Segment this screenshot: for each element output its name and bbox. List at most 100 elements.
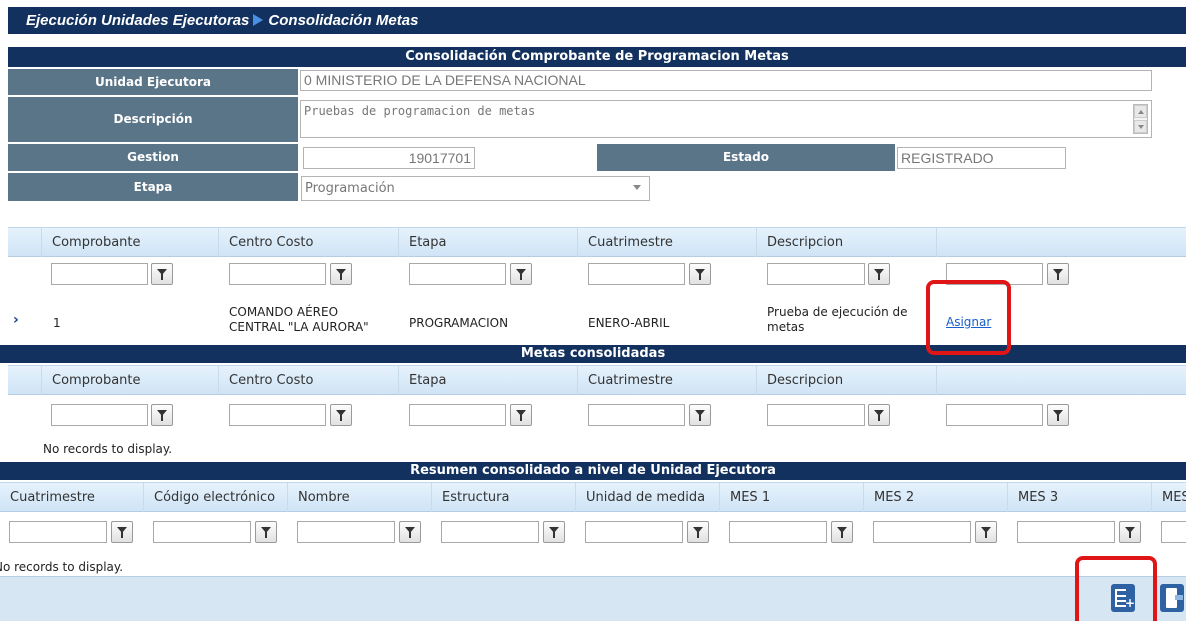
descripcion-textarea[interactable]: Pruebas de programacion de metas [300, 100, 1152, 138]
grid3-filter-button[interactable] [1119, 521, 1141, 543]
grid1-filter-input[interactable] [229, 263, 326, 285]
grid3-col-mes1[interactable]: MES 1 [719, 483, 863, 512]
grid3-filter-button[interactable] [111, 521, 133, 543]
etapa-select-value: Programación [305, 181, 395, 196]
grid3-filter-input[interactable] [9, 521, 107, 543]
grid3-col-mes4[interactable]: MES [1151, 483, 1186, 512]
gestion-field[interactable]: 19017701 [303, 147, 475, 169]
grid2-filter-input[interactable] [588, 404, 685, 426]
grid2-filter-button[interactable] [689, 404, 711, 426]
grid3-title: Resumen consolidado a nivel de Unidad Ej… [0, 462, 1186, 480]
grid1-filter-input[interactable] [946, 263, 1043, 285]
grid2-empty-message: No records to display. [43, 442, 173, 456]
filter-funnel-icon [981, 527, 991, 538]
grid2-header: Comprobante Centro Costo Etapa Cuatrimes… [8, 365, 1186, 395]
grid1-col-comprobante[interactable]: Comprobante [41, 228, 217, 257]
grid1-filter-button[interactable] [510, 263, 532, 285]
grid2-col-cuatrimestre[interactable]: Cuatrimestre [577, 366, 756, 395]
grid2-filter-input[interactable] [767, 404, 865, 426]
grid3-col-unidad-medida[interactable]: Unidad de medida [575, 483, 719, 512]
grid3-filter-input[interactable] [873, 521, 971, 543]
grid3-filter-input[interactable] [1161, 521, 1186, 543]
grid1-filter-input[interactable] [51, 263, 148, 285]
grid2-col-centro-costo[interactable]: Centro Costo [218, 366, 398, 395]
grid1-filter-button[interactable] [868, 263, 890, 285]
grid2-filter-button[interactable] [151, 404, 173, 426]
exit-door-icon[interactable] [1160, 584, 1184, 612]
grid3-filter-button[interactable] [687, 521, 709, 543]
grid2-filter-input[interactable] [946, 404, 1043, 426]
grid3-filter-button[interactable] [543, 521, 565, 543]
filter-funnel-icon [405, 527, 415, 538]
etapa-select[interactable]: Programación [301, 176, 650, 201]
grid1-filter-input[interactable] [767, 263, 865, 285]
filter-funnel-icon [516, 269, 526, 280]
grid2-col-actions [936, 366, 1186, 395]
filter-funnel-icon [695, 269, 705, 280]
grid1-filter-button[interactable] [330, 263, 352, 285]
grid3-filter-input[interactable] [729, 521, 827, 543]
grid2-filter-input[interactable] [51, 404, 148, 426]
grid3-filter-button[interactable] [255, 521, 277, 543]
grid3-filter-button[interactable] [399, 521, 421, 543]
grid1-filter-input[interactable] [409, 263, 506, 285]
unidad-ejecutora-label: Unidad Ejecutora [8, 69, 298, 95]
filter-funnel-icon [157, 410, 167, 421]
grid1-filter-button[interactable] [689, 263, 711, 285]
grid3-filter-input[interactable] [297, 521, 395, 543]
filter-funnel-icon [874, 410, 884, 421]
grid2-col-descripcion[interactable]: Descripcion [756, 366, 936, 395]
expand-row-chevron-right-icon[interactable]: › [13, 312, 19, 328]
grid1-col-centro-costo[interactable]: Centro Costo [218, 228, 398, 257]
grid3-filter-input[interactable] [585, 521, 683, 543]
grid2-col-comprobante[interactable]: Comprobante [41, 366, 217, 395]
row-descripcion: Prueba de ejecución de metas [767, 305, 908, 335]
grid1-header: Comprobante Centro Costo Etapa Cuatrimes… [8, 227, 1186, 257]
filter-funnel-icon [695, 410, 705, 421]
add-record-button[interactable]: + [1111, 584, 1135, 612]
grid1-col-cuatrimestre[interactable]: Cuatrimestre [577, 228, 756, 257]
scroll-up-arrow-icon[interactable] [1134, 105, 1147, 118]
grid2-filter-button[interactable] [1047, 404, 1069, 426]
grid3-col-estructura[interactable]: Estructura [431, 483, 575, 512]
unidad-ejecutora-field[interactable]: 0 MINISTERIO DE LA DEFENSA NACIONAL [300, 70, 1152, 91]
estado-field[interactable]: REGISTRADO [897, 147, 1066, 169]
grid2-filter-input[interactable] [229, 404, 326, 426]
grid3-col-codigo[interactable]: Código electrónico [143, 483, 287, 512]
breadcrumb-section: Ejecución Unidades Ejecutoras [26, 12, 250, 29]
grid3-filter-input[interactable] [1017, 521, 1115, 543]
grid1-filter-button[interactable] [151, 263, 173, 285]
grid2-filter-button[interactable] [510, 404, 532, 426]
grid1-filter-input[interactable] [588, 263, 685, 285]
grid3-header: Cuatrimestre Código electrónico Nombre E… [0, 482, 1186, 512]
grid3-col-nombre[interactable]: Nombre [287, 483, 431, 512]
asignar-link[interactable]: Asignar [946, 315, 991, 330]
grid2-filter-row [8, 396, 1186, 432]
grid1-col-etapa[interactable]: Etapa [398, 228, 577, 257]
row-descripcion-line2: metas [767, 320, 805, 334]
grid2-filter-button[interactable] [330, 404, 352, 426]
row-cuatrimestre: ENERO-ABRIL [588, 316, 670, 330]
row-centro-costo: COMANDO AÉREO CENTRAL "LA AURORA" [229, 305, 369, 335]
scroll-down-arrow-icon[interactable] [1134, 120, 1147, 133]
grid1-col-descripcion[interactable]: Descripcion [756, 228, 936, 257]
grid3-filter-input[interactable] [441, 521, 539, 543]
row-etapa: PROGRAMACION [409, 316, 509, 330]
grid3-filter-button[interactable] [831, 521, 853, 543]
grid2-filter-input[interactable] [409, 404, 506, 426]
grid3-col-mes2[interactable]: MES 2 [863, 483, 1007, 512]
grid1-filter-button[interactable] [1047, 263, 1069, 285]
grid3-col-cuatrimestre[interactable]: Cuatrimestre [0, 483, 143, 512]
breadcrumb: Ejecución Unidades Ejecutoras Consolidaci… [8, 7, 1186, 34]
grid3-filter-button[interactable] [975, 521, 997, 543]
filter-funnel-icon [693, 527, 703, 538]
grid1-col-actions [936, 228, 1186, 257]
grid3-col-mes3[interactable]: MES 3 [1007, 483, 1151, 512]
filter-funnel-icon [1053, 269, 1063, 280]
grid2-filter-button[interactable] [868, 404, 890, 426]
grid3-filter-input[interactable] [153, 521, 251, 543]
chevron-down-icon [633, 185, 641, 190]
grid2-col-etapa[interactable]: Etapa [398, 366, 577, 395]
descripcion-scrollbar[interactable] [1133, 104, 1148, 134]
gestion-label: Gestion [8, 144, 298, 171]
